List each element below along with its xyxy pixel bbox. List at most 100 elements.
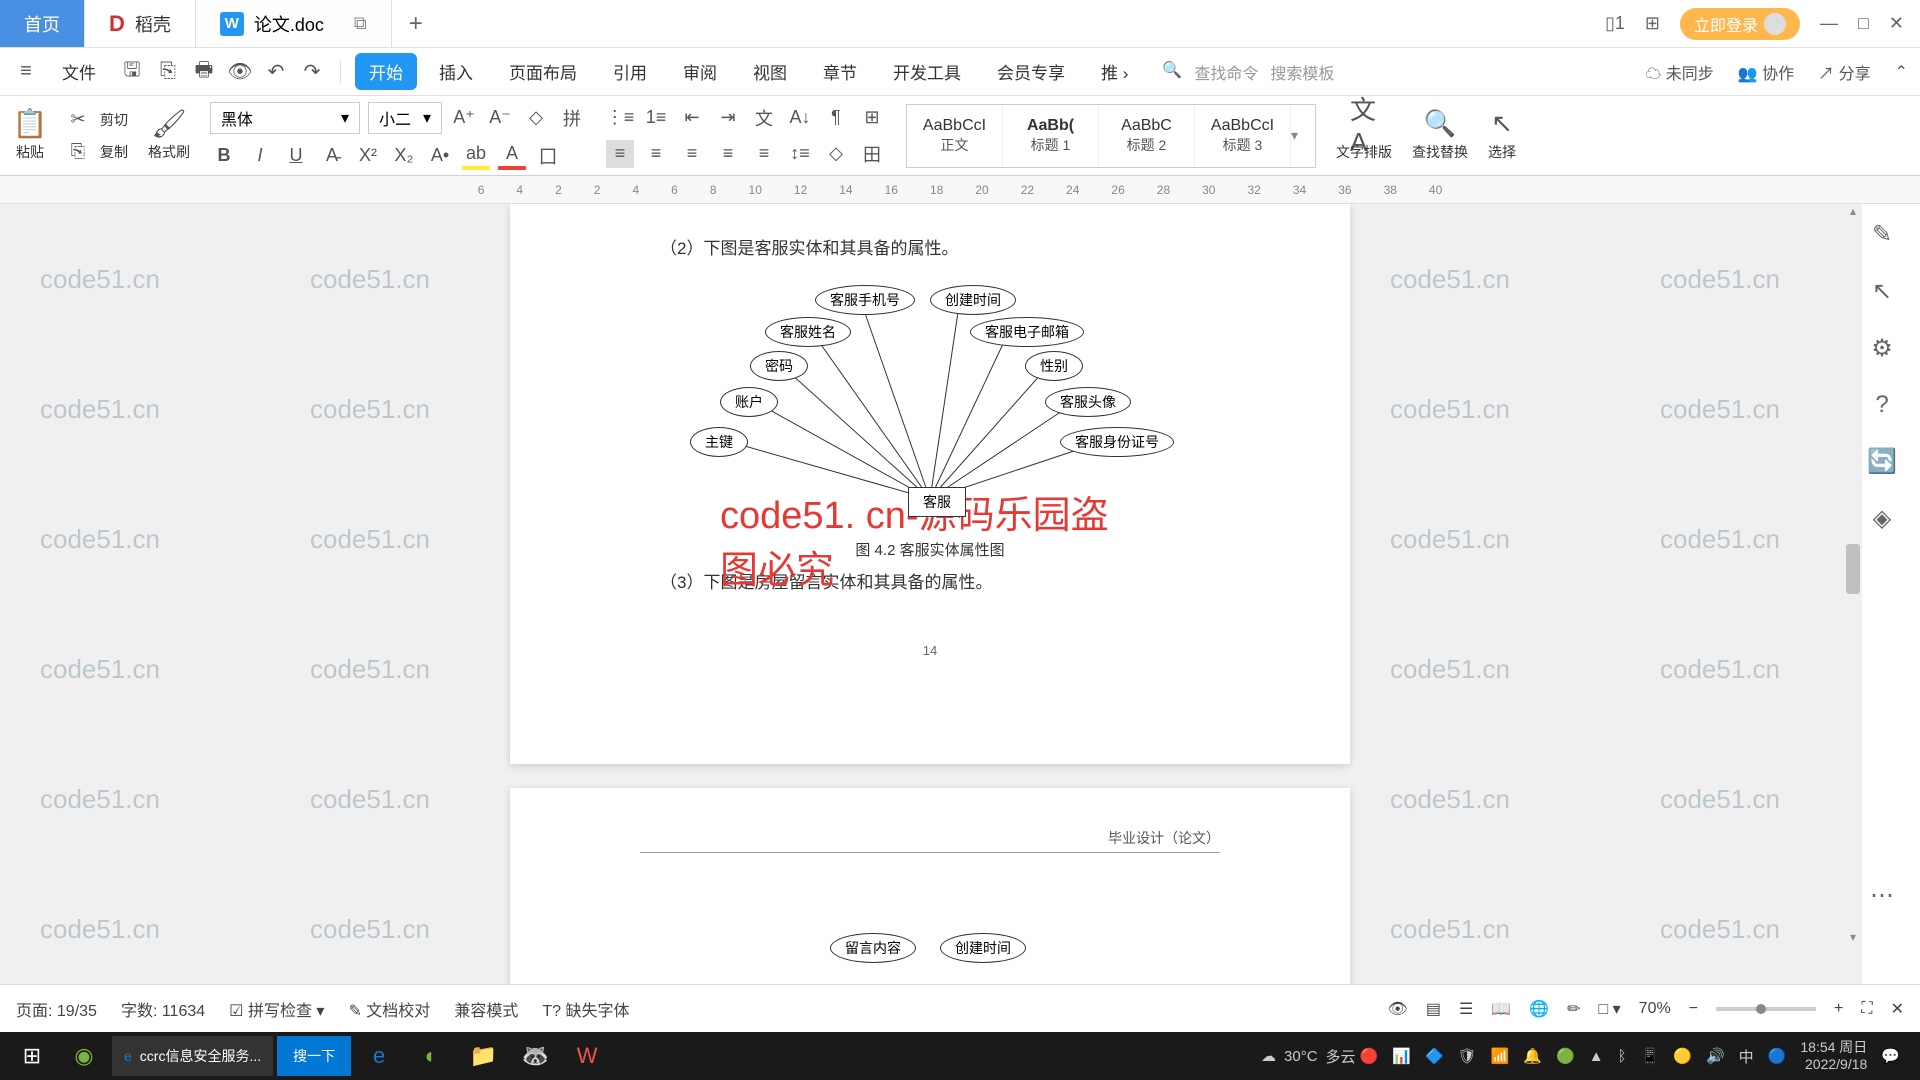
size-select[interactable]: 小二▾ <box>368 102 442 134</box>
style-h2[interactable]: AaBbC标题 2 <box>1099 105 1195 167</box>
tab-window-icon[interactable]: ⧉ <box>354 13 367 34</box>
view-read-icon[interactable]: 📖 <box>1491 999 1511 1019</box>
cursor-icon[interactable]: ↖ <box>1872 277 1892 306</box>
menu-devtools[interactable]: 开发工具 <box>879 53 975 90</box>
style-h3[interactable]: AaBbCcI标题 3 <box>1195 105 1291 167</box>
page-indicator[interactable]: 页面: 19/35 <box>16 997 97 1021</box>
style-more-icon[interactable]: ▾ <box>1291 127 1315 144</box>
tray-wifi-icon[interactable]: 📶 <box>1491 1047 1510 1065</box>
menu-chapter[interactable]: 章节 <box>809 53 871 90</box>
align-center-icon[interactable]: ≡ <box>642 140 670 168</box>
eye-icon[interactable]: 👁 <box>1388 999 1408 1019</box>
taskbar-ie-icon[interactable]: e <box>355 1032 403 1080</box>
print-icon[interactable]: 🖶 <box>190 58 218 86</box>
pinyin-icon[interactable]: 拼 <box>558 104 586 132</box>
spellcheck-toggle[interactable]: ☑ 拼写检查 ▾ <box>229 997 324 1021</box>
ruler[interactable]: 642246810121416182022242628303234363840 <box>0 176 1920 204</box>
menu-cite[interactable]: 引用 <box>599 53 661 90</box>
login-button[interactable]: 立即登录 <box>1680 8 1800 40</box>
taskbar-app1-icon[interactable]: 🦝 <box>511 1032 559 1080</box>
menu-icon[interactable]: ≡ <box>12 58 40 86</box>
menu-start[interactable]: 开始 <box>355 53 417 90</box>
scroll-down-icon[interactable]: ▾ <box>1844 930 1862 948</box>
numbering-icon[interactable]: 1≡ <box>642 104 670 132</box>
text-dir-icon[interactable]: 文 <box>750 104 778 132</box>
line-spacing-icon[interactable]: ↕≡ <box>786 140 814 168</box>
para-mark-icon[interactable]: ¶ <box>822 104 850 132</box>
menu-file[interactable]: 文件 <box>48 53 110 90</box>
undo-icon[interactable]: ↶ <box>262 58 290 86</box>
strike-icon[interactable]: A̵ <box>318 142 346 170</box>
new-tab-button[interactable]: + <box>392 0 440 47</box>
italic-icon[interactable]: I <box>246 142 274 170</box>
zoom-level[interactable]: 70% <box>1639 1000 1671 1018</box>
menu-more[interactable]: 推 › <box>1087 53 1142 90</box>
translate-icon[interactable]: 🔄 <box>1867 447 1897 476</box>
taskbar-task-ie[interactable]: eccrc信息安全服务... <box>112 1036 273 1076</box>
zoom-in-icon[interactable]: + <box>1834 1000 1843 1018</box>
view-page-icon[interactable]: ▤ <box>1426 999 1441 1019</box>
redo-icon[interactable]: ↷ <box>298 58 326 86</box>
taskbar-360-icon[interactable]: ◐ <box>407 1032 455 1080</box>
action-center-icon[interactable]: 💬 <box>1881 1047 1900 1065</box>
tray-icon[interactable]: 🟡 <box>1673 1047 1692 1065</box>
borders-icon[interactable]: 田 <box>858 140 886 168</box>
taskbar-clock[interactable]: 18:54 周日 2022/9/18 <box>1800 1039 1867 1073</box>
grid-icon[interactable]: ⊞ <box>1645 13 1660 34</box>
tray-icon[interactable]: 🔴 <box>1360 1047 1379 1065</box>
taskbar-explorer-icon[interactable]: 📁 <box>459 1032 507 1080</box>
sliders-icon[interactable]: ⚙ <box>1871 334 1893 363</box>
share-button[interactable]: ↗ 分享 <box>1818 60 1870 84</box>
font-select[interactable]: 黑体▾ <box>210 102 360 134</box>
tray-icon[interactable]: 🛡 <box>1458 1047 1477 1065</box>
menu-review[interactable]: 审阅 <box>669 53 731 90</box>
tabs-icon[interactable]: ⊞ <box>858 104 886 132</box>
reading-mode-icon[interactable]: ▯1 <box>1605 13 1625 34</box>
close-button[interactable]: ✕ <box>1889 13 1904 34</box>
find-icon[interactable]: 🔍 <box>1426 110 1454 138</box>
view-outline-icon[interactable]: ☰ <box>1459 999 1473 1019</box>
zoom-slider[interactable] <box>1716 1007 1816 1011</box>
outdent-icon[interactable]: ⇤ <box>678 104 706 132</box>
tab-document[interactable]: W 论文.doc ⧉ <box>196 0 392 47</box>
tray-icon[interactable]: 🔷 <box>1425 1047 1444 1065</box>
tray-icon[interactable]: 🔵 <box>1768 1047 1787 1065</box>
taskbar-wps-icon[interactable]: W <box>563 1032 611 1080</box>
char-border-icon[interactable]: 囗 <box>534 142 562 170</box>
align-justify-icon[interactable]: ≡ <box>714 140 742 168</box>
bullets-icon[interactable]: ⋮≡ <box>606 104 634 132</box>
underline-icon[interactable]: U <box>282 142 310 170</box>
painter-icon[interactable]: 🖌 <box>155 110 183 138</box>
menu-layout[interactable]: 页面布局 <box>495 53 591 90</box>
sort-icon[interactable]: A↓ <box>786 104 814 132</box>
scroll-thumb[interactable] <box>1846 544 1860 594</box>
copilot-icon[interactable]: ◉ <box>60 1032 108 1080</box>
align-left-icon[interactable]: ≡ <box>606 140 634 168</box>
align-dist-icon[interactable]: ≡ <box>750 140 778 168</box>
tab-home[interactable]: 首页 <box>0 0 85 47</box>
tray-icon[interactable]: 📱 <box>1641 1047 1660 1065</box>
cut-icon[interactable]: ✂ <box>64 106 92 134</box>
export-icon[interactable]: ⎘ <box>154 58 182 86</box>
proofread-button[interactable]: ✎ 文档校对 <box>348 997 430 1021</box>
missing-font[interactable]: T? 缺失字体 <box>542 997 629 1021</box>
save-icon[interactable]: 🖫 <box>118 58 146 86</box>
pencil-icon[interactable]: ✎ <box>1872 220 1892 249</box>
start-button[interactable]: ⊞ <box>8 1032 56 1080</box>
bold-icon[interactable]: B <box>210 142 238 170</box>
more-icon[interactable]: ⋯ <box>1870 881 1894 910</box>
weather-widget[interactable]: ☁ 30°C 多云 <box>1261 1046 1356 1067</box>
minimize-button[interactable]: — <box>1820 13 1838 34</box>
paste-icon[interactable]: 📋 <box>16 110 44 138</box>
highlight-icon[interactable]: ab <box>462 142 490 170</box>
word-count[interactable]: 字数: 11634 <box>121 997 205 1021</box>
superscript-icon[interactable]: X² <box>354 142 382 170</box>
clear-format-icon[interactable]: ◇ <box>522 104 550 132</box>
tab-daoke[interactable]: D稻壳 <box>85 0 196 47</box>
menu-member[interactable]: 会员专享 <box>983 53 1079 90</box>
select-icon[interactable]: ↖ <box>1488 110 1516 138</box>
compat-mode[interactable]: 兼容模式 <box>454 997 518 1021</box>
tray-bell-icon[interactable]: 🔔 <box>1523 1047 1542 1065</box>
zoom-out-icon[interactable]: − <box>1689 1000 1698 1018</box>
taskbar-search[interactable]: 搜一下 <box>277 1036 351 1076</box>
